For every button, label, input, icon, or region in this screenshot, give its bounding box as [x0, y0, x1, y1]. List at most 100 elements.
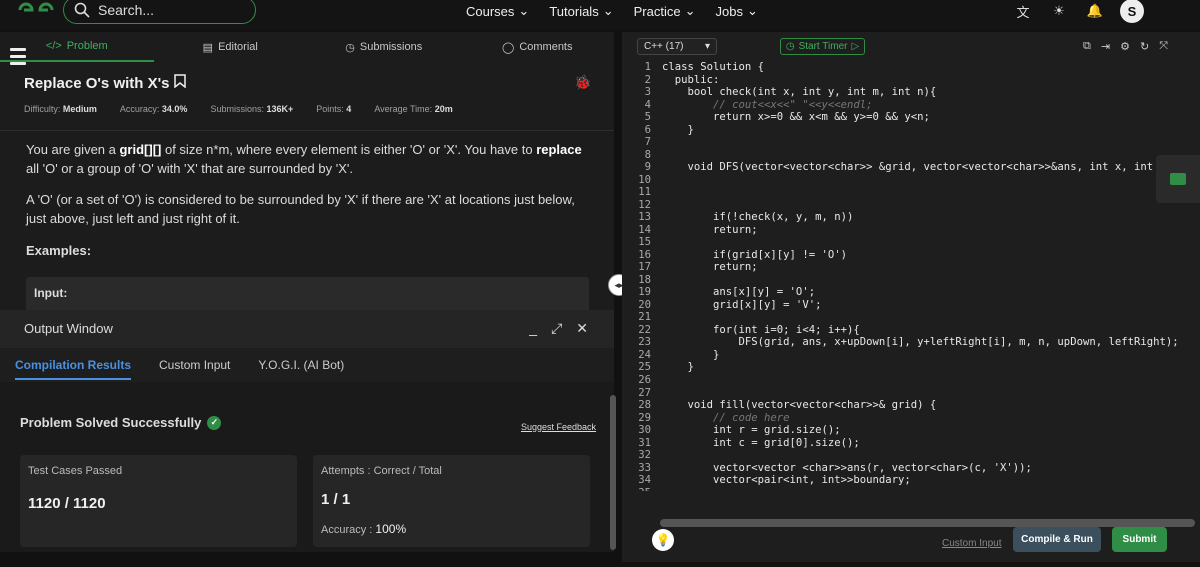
bookmark-icon[interactable]	[173, 74, 186, 92]
code-line[interactable]: }	[662, 361, 694, 374]
status-message: Problem Solved Successfully ✓	[20, 415, 222, 430]
start-timer-button[interactable]: ◷ Start Timer ▷	[780, 38, 865, 55]
settings-icon[interactable]: ⚙	[1120, 40, 1130, 53]
search-box[interactable]	[63, 0, 256, 24]
nav-courses[interactable]: Courses ⌄	[466, 3, 529, 19]
nav-links: Courses ⌄ Tutorials ⌄ Practice ⌄ Jobs ⌄	[466, 0, 758, 22]
search-icon	[74, 2, 90, 18]
code-line[interactable]: // code here	[662, 412, 790, 425]
code-line[interactable]: grid[x][y] = 'V';	[662, 299, 821, 312]
code-editor-panel: C++ (17) ▾ ◷ Start Timer ▷ ⧉ ⇥ ⚙ ↻ ⤧ 1 class…	[622, 32, 1200, 562]
line-number: 35	[622, 487, 651, 491]
custom-input-link[interactable]: Custom Input	[942, 538, 1001, 549]
menu-icon[interactable]	[10, 48, 26, 69]
output-title: Output Window	[24, 321, 113, 336]
chevron-down-icon: ⌄	[746, 3, 758, 18]
code-line[interactable]: vector<vector <char>>ans(r, vector<char>…	[662, 462, 1032, 475]
code-icon: </>	[45, 40, 62, 52]
code-line[interactable]: }	[662, 349, 719, 362]
code-line[interactable]: return x>=0 && x<m && y>=0 && y<n;	[662, 111, 930, 124]
code-line[interactable]: return;	[662, 261, 758, 274]
line-number: 28	[638, 399, 651, 412]
tab-yogi-bot[interactable]: Y.O.G.I. (AI Bot)	[258, 358, 344, 372]
line-number: 29	[638, 411, 651, 424]
problem-description: You are given a grid[][] of size n*m, wh…	[26, 142, 582, 226]
play-icon: ▷	[851, 41, 860, 52]
close-icon[interactable]: ✕	[576, 320, 588, 337]
comment-icon: ◯	[502, 41, 515, 54]
line-number: 23	[638, 336, 651, 349]
horizontal-scrollbar[interactable]	[660, 519, 1195, 527]
code-line[interactable]: ans[x][y] = 'O';	[662, 286, 815, 299]
avatar[interactable]: S	[1120, 0, 1144, 23]
code-line[interactable]: bool check(int x, int y, int m, int n){	[662, 86, 937, 99]
output-window: Output Window _ ⤢ ✕ Compilation Results …	[0, 310, 614, 552]
tab-comments[interactable]: ◯ Comments	[461, 32, 615, 62]
line-number: 25	[638, 361, 651, 374]
code-line[interactable]: vector<pair<int, int>>boundary;	[662, 474, 911, 487]
language-select[interactable]: C++ (17) ▾	[637, 38, 717, 55]
line-number: 21	[638, 311, 651, 324]
code-line[interactable]: }	[662, 124, 694, 137]
line-number: 14	[638, 223, 651, 236]
line-number: 26	[638, 374, 651, 386]
chevron-down-icon: ⌄	[684, 3, 696, 18]
code-line[interactable]: // cout<<x<<" "<<y<<endl;	[662, 99, 872, 112]
minimize-icon[interactable]: _	[529, 320, 537, 337]
suggest-feedback-link[interactable]: Suggest Feedback	[521, 422, 596, 432]
chat-icon[interactable]	[1156, 155, 1200, 203]
line-number: 4	[644, 98, 651, 111]
code-line[interactable]: public:	[662, 74, 720, 87]
lightbulb-icon[interactable]: 💡	[652, 529, 674, 551]
gfg-logo[interactable]	[16, 0, 56, 20]
code-area[interactable]: 1 class Solution {2 public: 3 bool check(i…	[622, 61, 1200, 491]
translate-icon[interactable]: 文	[1012, 0, 1034, 22]
submit-button[interactable]: Submit	[1112, 527, 1167, 552]
fullscreen-icon[interactable]: ⤧	[1159, 40, 1168, 53]
code-line[interactable]: if(!check(x, y, m, n))	[662, 211, 853, 224]
attempts-card: Attempts : Correct / Total 1 / 1 Accurac…	[313, 455, 590, 547]
line-number: 18	[638, 273, 651, 286]
bell-icon[interactable]: 🔔	[1084, 0, 1106, 22]
line-number: 1	[644, 61, 651, 73]
nav-practice[interactable]: Practice ⌄	[634, 3, 696, 19]
tab-compilation-results[interactable]: Compilation Results	[15, 358, 132, 380]
output-controls: _ ⤢ ✕	[529, 320, 588, 337]
line-number: 10	[638, 173, 651, 186]
code-line[interactable]: if(grid[x][y] != 'O')	[662, 249, 847, 262]
code-line[interactable]: void DFS(vector<vector<char>> &grid, vec…	[662, 161, 1186, 174]
line-number: 15	[638, 236, 651, 249]
code-line[interactable]: void fill(vector<vector<char>>& grid) {	[662, 399, 937, 412]
tab-submissions[interactable]: ◷ Submissions	[307, 32, 461, 62]
expand-icon[interactable]: ⤢	[551, 320, 562, 337]
line-number: 20	[638, 298, 651, 311]
chevron-down-icon: ⌄	[518, 3, 530, 18]
line-number: 19	[638, 286, 651, 299]
report-bug-icon[interactable]: 🐞	[574, 74, 591, 91]
code-line[interactable]: DFS(grid, ans, x+upDown[i], y+leftRight[…	[662, 336, 1179, 349]
line-number: 8	[644, 148, 651, 161]
code-line[interactable]: for(int i=0; i<4; i++){	[662, 324, 860, 337]
line-number: 30	[638, 424, 651, 437]
nav-jobs[interactable]: Jobs ⌄	[715, 3, 757, 19]
test-cases-card: Test Cases Passed 1120 / 1120	[20, 455, 297, 547]
search-input[interactable]	[98, 2, 238, 18]
line-number: 12	[638, 198, 651, 211]
code-line[interactable]: int c = grid[0].size();	[662, 437, 860, 450]
export-icon[interactable]: ⇥	[1101, 40, 1110, 53]
editor-icons: ⧉ ⇥ ⚙ ↻ ⤧	[1083, 40, 1168, 53]
top-navbar: Courses⌄ Tutorials⌄ Practice⌄ Jobs⌄ 文 ☀ …	[0, 0, 1200, 30]
copy-icon[interactable]: ⧉	[1083, 40, 1091, 53]
line-number: 6	[644, 123, 651, 136]
theme-toggle-icon[interactable]: ☀	[1048, 0, 1070, 22]
code-line[interactable]: int r = grid.size();	[662, 424, 841, 437]
reset-icon[interactable]: ↻	[1140, 40, 1149, 53]
code-line[interactable]: class Solution {	[662, 61, 764, 74]
tab-editorial[interactable]: ▤ Editorial	[154, 32, 308, 62]
tab-custom-input[interactable]: Custom Input	[159, 358, 230, 372]
nav-tutorials[interactable]: Tutorials ⌄	[549, 3, 613, 19]
compile-run-button[interactable]: Compile & Run	[1013, 527, 1101, 552]
code-line[interactable]: return;	[662, 224, 758, 237]
output-scrollbar[interactable]	[610, 395, 616, 550]
problem-meta: Difficulty: Medium Accuracy: 34.0% Submi…	[24, 104, 453, 114]
